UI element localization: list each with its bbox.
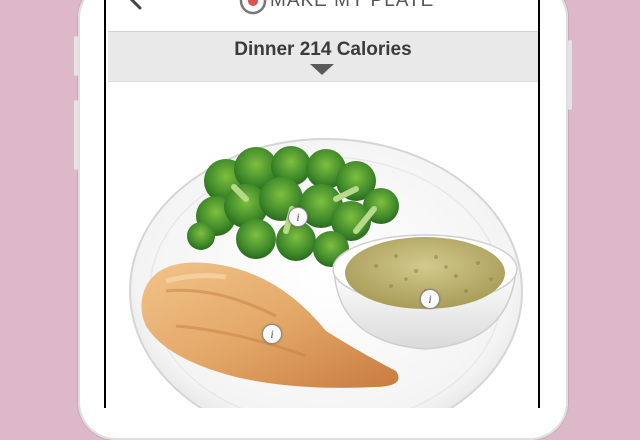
plate-logo-icon (239, 0, 267, 15)
meal-title: Dinner 214 Calories (234, 39, 412, 60)
app-screen: MAKE MY PLATE Dinner 214 Calories i i i (106, 0, 538, 408)
info-icon[interactable]: i (288, 207, 308, 227)
meal-header[interactable]: Dinner 214 Calories (108, 31, 538, 82)
brand-name: MAKE MY PLATE (270, 0, 435, 11)
power-button (568, 40, 572, 110)
plate-illustration (129, 138, 523, 408)
brand-logo: MAKE MY PLATE (238, 0, 434, 16)
chevron-left-icon (129, 0, 142, 10)
volume-button (74, 36, 78, 76)
back-button[interactable] (120, 0, 150, 14)
volume-button (74, 100, 78, 170)
info-icon[interactable]: i (262, 324, 282, 344)
caret-down-icon[interactable] (310, 64, 334, 75)
info-icon[interactable]: i (420, 289, 440, 309)
phone-screen: MAKE MY PLATE Dinner 214 Calories i i i (104, 0, 540, 408)
nav-bar: MAKE MY PLATE (106, 0, 538, 31)
